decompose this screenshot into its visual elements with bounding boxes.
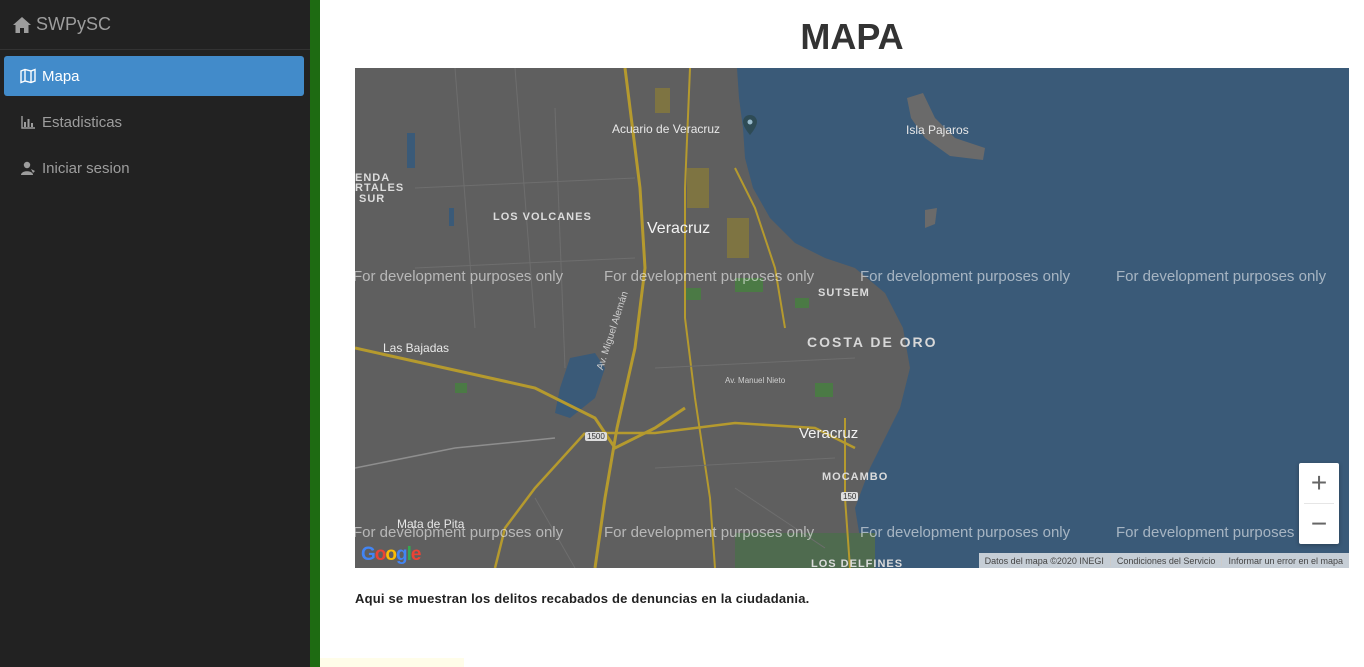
footer-strip [320,658,464,667]
map-label-costa-de-oro: COSTA DE ORO [807,334,938,350]
dev-watermark: For development purposes only [860,524,1071,541]
map-label-av-manuel-nieto: Av. Manuel Nieto [725,376,786,385]
nav-item-label: Iniciar sesion [42,159,130,177]
sidebar: SWPySC Mapa Estadisticas Iniciar sesion [0,0,310,667]
map-icon [20,68,36,84]
accent-bar [310,0,320,667]
dev-watermark: For development purposes only [355,268,564,285]
map-label-acuario: Acuario de Veracruz [612,122,721,136]
map-label-las-bajadas: Las Bajadas [383,341,450,355]
dev-watermark: For development purposes only [1116,268,1327,285]
brand-name: SWPySC [36,14,112,34]
nav-item-label: Estadisticas [42,113,123,131]
map-label-sutsem: SUTSEM [818,287,870,299]
dev-watermark: For development purposes only [1116,524,1296,541]
brand[interactable]: SWPySC [0,0,310,50]
zoom-control: + − [1299,463,1339,544]
nav-item-label: Mapa [42,67,80,85]
map-data-credit: Datos del mapa ©2020 INEGI [984,555,1104,566]
highway-shield-150: 150 [841,492,859,501]
map-label-mocambo: MOCAMBO [822,471,889,483]
google-logo[interactable]: Google [361,544,421,566]
map-label-veracruz-bottom: Veracruz [799,425,859,442]
dev-watermark: For development purposes only [604,268,815,285]
nav-item-mapa[interactable]: Mapa [4,56,304,96]
zoom-in-button[interactable]: + [1299,463,1339,503]
map-label-los-volcanes: LOS VOLCANES [493,211,592,223]
nav-item-iniciar-sesion[interactable]: Iniciar sesion [4,148,304,188]
nav-item-estadisticas[interactable]: Estadisticas [4,102,304,142]
report-error-link[interactable]: Informar un error en el mapa [1221,555,1349,566]
dev-watermark: For development purposes only [604,524,815,541]
map-label-sur: SUR [359,193,386,205]
google-map[interactable]: Acuario de Veracruz Isla Pajaros Veracru… [355,68,1349,568]
map-label-isla: Isla Pajaros [906,123,969,137]
terms-link[interactable]: Condiciones del Servicio [1109,555,1222,566]
bar-chart-icon [21,116,35,129]
page-caption: Aqui se muestran los delitos recabados d… [355,591,810,606]
page-title: MAPA [800,16,904,57]
dev-watermark: For development purposes only [355,524,564,541]
map-attribution: Datos del mapa ©2020 INEGI Condiciones d… [978,553,1349,568]
dev-watermark: For development purposes only [860,268,1071,285]
map-label-veracruz-top: Veracruz [647,220,711,237]
map-label-los-delfines: LOS DELFINES [811,558,904,568]
home-icon [13,16,31,33]
zoom-out-button[interactable]: − [1299,504,1339,544]
user-icon [21,161,35,175]
highway-shield-1500: 1500 [585,432,607,441]
map-pin-icon[interactable] [743,115,757,135]
